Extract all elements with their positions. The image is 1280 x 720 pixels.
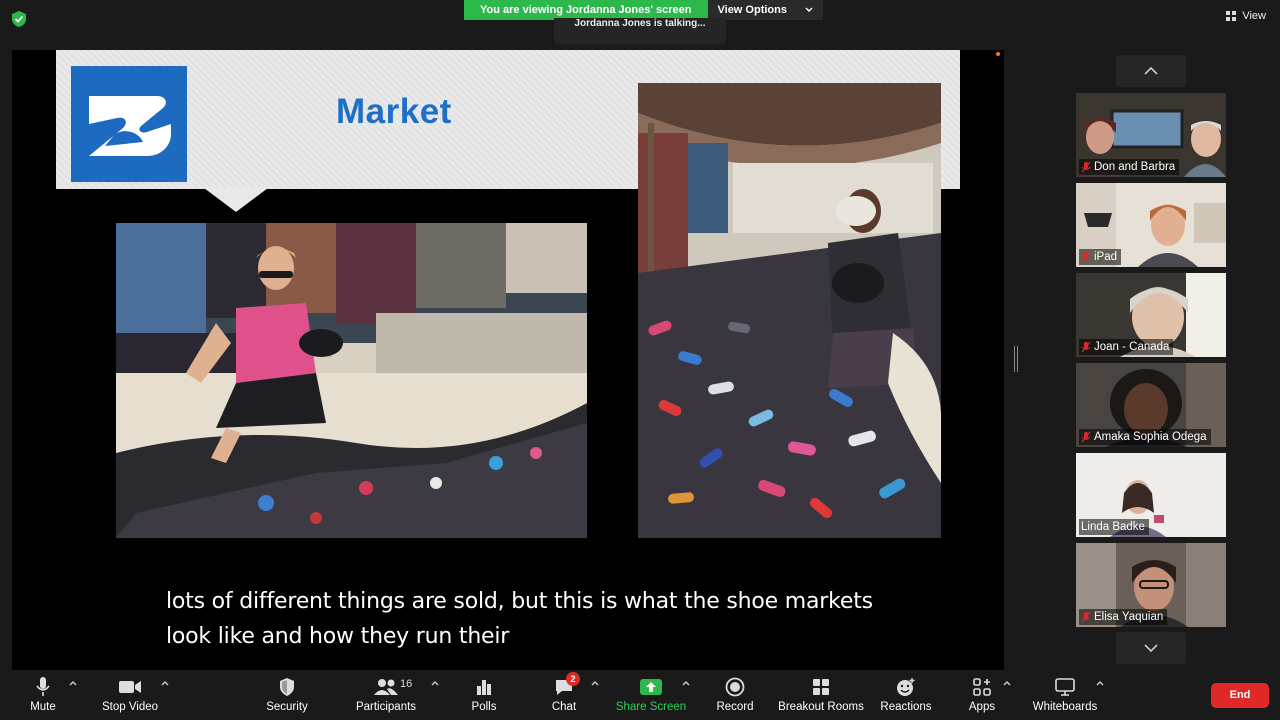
slide-header-pointer bbox=[204, 188, 268, 212]
chevron-up-icon[interactable] bbox=[430, 678, 440, 688]
caption-line-2: look like and how they run their bbox=[166, 624, 510, 649]
record-icon bbox=[725, 677, 745, 697]
panel-splitter-handle[interactable] bbox=[1014, 346, 1018, 372]
chevron-up-icon[interactable] bbox=[1095, 678, 1105, 688]
video-camera-icon bbox=[119, 681, 141, 693]
gallery-scroll-down-button[interactable] bbox=[1116, 632, 1186, 664]
breakout-rooms-label: Breakout Rooms bbox=[778, 701, 864, 713]
mute-button[interactable]: Mute bbox=[22, 674, 64, 718]
participant-name-label: Elisa Yaquian bbox=[1079, 609, 1168, 625]
reactions-button[interactable]: Reactions bbox=[880, 674, 932, 718]
security-shield-icon[interactable] bbox=[10, 10, 28, 28]
participant-name-label: iPad bbox=[1079, 249, 1122, 265]
participant-tile[interactable]: Joan - Canada bbox=[1076, 273, 1226, 357]
share-screen-label: Share Screen bbox=[615, 701, 687, 713]
participant-name: iPad bbox=[1094, 251, 1118, 263]
polls-button[interactable]: Polls bbox=[466, 674, 502, 718]
chat-unread-badge: 2 bbox=[566, 672, 580, 686]
participants-count: 16 bbox=[400, 678, 413, 690]
apps-label: Apps bbox=[968, 701, 996, 713]
slide-caption: lots of different things are sold, but t… bbox=[166, 584, 873, 654]
whiteboards-label: Whiteboards bbox=[1032, 701, 1098, 713]
whiteboards-button[interactable]: Whiteboards bbox=[1030, 674, 1100, 718]
muted-microphone-icon bbox=[1081, 431, 1091, 443]
security-label: Security bbox=[266, 701, 308, 713]
caption-line-1: lots of different things are sold, but t… bbox=[166, 589, 873, 614]
viewing-banner: You are viewing Jordanna Jones' screen V… bbox=[464, 0, 823, 20]
view-button[interactable]: View bbox=[1226, 10, 1266, 22]
share-screen-icon bbox=[640, 679, 662, 695]
recording-indicator-dot bbox=[996, 52, 1000, 56]
participants-icon bbox=[374, 679, 398, 695]
chevron-up-icon bbox=[1144, 67, 1158, 75]
muted-microphone-icon bbox=[1081, 611, 1091, 623]
participant-name-label: Amaka Sophia Odega bbox=[1079, 429, 1211, 445]
end-meeting-button[interactable]: End bbox=[1211, 683, 1269, 708]
chevron-up-icon[interactable] bbox=[68, 678, 78, 688]
zoom-meeting-window: You are viewing Jordanna Jones' screen V… bbox=[0, 0, 1280, 720]
bar-chart-icon bbox=[477, 680, 491, 695]
mute-label: Mute bbox=[30, 701, 56, 713]
meeting-toolbar: Mute Stop Video Security Participants 16… bbox=[0, 670, 1280, 720]
reactions-label: Reactions bbox=[880, 701, 932, 713]
shoe-market-photo-right bbox=[638, 83, 941, 538]
participant-name: Linda Badke bbox=[1081, 521, 1145, 533]
chevron-down-icon bbox=[805, 7, 813, 12]
stop-video-label: Stop Video bbox=[101, 701, 159, 713]
active-speaker-indicator: Jordanna Jones is talking... bbox=[554, 18, 726, 44]
participant-name-label: Don and Barbra bbox=[1079, 159, 1180, 175]
gallery-scroll-up-button[interactable] bbox=[1116, 55, 1186, 87]
participant-name: Amaka Sophia Odega bbox=[1094, 431, 1207, 443]
shoe-market-photo-left bbox=[116, 223, 587, 538]
whiteboard-icon bbox=[1055, 678, 1075, 696]
view-label: View bbox=[1242, 10, 1266, 22]
record-label: Record bbox=[716, 701, 754, 713]
apps-icon bbox=[973, 678, 991, 696]
view-options-label: View Options bbox=[717, 4, 787, 16]
participants-label: Participants bbox=[355, 701, 417, 713]
chevron-down-icon bbox=[1144, 644, 1158, 652]
stop-video-button[interactable]: Stop Video bbox=[100, 674, 160, 718]
chevron-up-icon[interactable] bbox=[681, 678, 691, 688]
breakout-rooms-icon bbox=[813, 679, 829, 695]
chevron-up-icon[interactable] bbox=[590, 678, 600, 688]
security-shield-icon bbox=[280, 678, 294, 696]
organization-logo bbox=[71, 66, 187, 182]
participant-name-label: Linda Badke bbox=[1079, 519, 1149, 535]
chevron-up-icon[interactable] bbox=[1002, 678, 1012, 688]
viewing-status: You are viewing Jordanna Jones' screen bbox=[464, 0, 708, 20]
security-button[interactable]: Security bbox=[262, 674, 312, 718]
participant-name: Elisa Yaquian bbox=[1094, 611, 1164, 623]
chevron-up-icon[interactable] bbox=[160, 678, 170, 688]
slide-title: Market bbox=[336, 92, 452, 131]
apps-button[interactable]: Apps bbox=[966, 674, 998, 718]
breakout-rooms-button[interactable]: Breakout Rooms bbox=[778, 674, 864, 718]
smiley-face-icon bbox=[897, 678, 915, 696]
participant-tile[interactable]: iPad bbox=[1076, 183, 1226, 267]
participant-tile[interactable]: Don and Barbra bbox=[1076, 93, 1226, 177]
shared-screen: Market lots of different things are sold… bbox=[12, 50, 1004, 670]
participant-name-label: Joan - Canada bbox=[1079, 339, 1174, 355]
view-options-button[interactable]: View Options bbox=[707, 0, 823, 20]
grid-view-icon bbox=[1226, 11, 1237, 21]
microphone-icon bbox=[36, 677, 50, 696]
participant-tile[interactable]: Amaka Sophia Odega bbox=[1076, 363, 1226, 447]
muted-microphone-icon bbox=[1081, 251, 1091, 263]
polls-label: Polls bbox=[471, 701, 497, 713]
participant-tile[interactable]: Elisa Yaquian bbox=[1076, 543, 1226, 627]
record-button[interactable]: Record bbox=[714, 674, 756, 718]
chat-label: Chat bbox=[551, 701, 577, 713]
muted-microphone-icon bbox=[1081, 341, 1091, 353]
participant-name: Joan - Canada bbox=[1094, 341, 1170, 353]
muted-microphone-icon bbox=[1081, 161, 1091, 173]
share-screen-button[interactable]: Share Screen bbox=[616, 674, 686, 718]
participant-tile[interactable]: Linda Badke bbox=[1076, 453, 1226, 537]
participant-name: Don and Barbra bbox=[1094, 161, 1176, 173]
